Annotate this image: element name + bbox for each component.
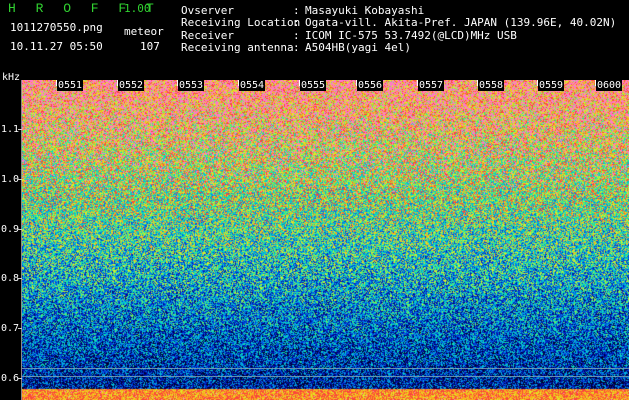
freq-label: 0.8 (1, 273, 20, 284)
antenna-label: Receiving antenna (181, 41, 294, 54)
detection-count: 107 (140, 40, 160, 53)
freq-label: 0.6 (1, 373, 20, 384)
time-tick (537, 80, 538, 86)
time-label: 0555 (300, 80, 327, 91)
freq-tick (18, 129, 22, 130)
time-tick (417, 80, 418, 86)
time-tick (238, 80, 239, 86)
spectrogram-canvas (22, 80, 629, 400)
time-label: 0557 (418, 80, 445, 91)
time-label: 0554 (239, 80, 266, 91)
frequency-unit: kHz (2, 72, 21, 83)
freq-tick (18, 328, 22, 329)
time-label: 0556 (357, 80, 384, 91)
spectrogram-area (22, 80, 629, 400)
freq-tick (18, 179, 22, 180)
baseline-marker (22, 368, 629, 369)
time-label: 0559 (538, 80, 565, 91)
time-label: 0558 (478, 80, 505, 91)
time-tick (117, 80, 118, 86)
antenna-value: A504HB(yagi 4el) (305, 41, 411, 54)
freq-label: 0.7 (1, 323, 20, 334)
location-value: Ogata-vill. Akita-Pref. JAPAN (139.96E, … (305, 16, 617, 29)
freq-tick (18, 229, 22, 230)
time-tick (356, 80, 357, 86)
time-tick (477, 80, 478, 86)
time-tick (595, 80, 596, 86)
time-label: 0600 (596, 80, 623, 91)
app-version: 1.00 (124, 2, 151, 15)
colon: : (293, 16, 300, 29)
time-label: 0552 (118, 80, 145, 91)
freq-tick (18, 278, 22, 279)
time-tick (299, 80, 300, 86)
frequency-axis-line (21, 80, 22, 400)
mode-label: meteor (124, 25, 164, 38)
time-tick (177, 80, 178, 86)
time-tick (56, 80, 57, 86)
colon: : (293, 41, 300, 54)
filename: 1011270550.png (10, 21, 103, 34)
freq-tick (18, 378, 22, 379)
time-label: 0551 (57, 80, 84, 91)
time-label: 0553 (178, 80, 205, 91)
freq-label: 1.0 (1, 174, 20, 185)
freq-label: 0.9 (1, 224, 20, 235)
baseline-marker (22, 376, 629, 377)
header-panel: H R O F F T 1.00 1011270550.png 10.11.27… (0, 0, 629, 80)
freq-label: 1.1 (1, 124, 20, 135)
timestamp: 10.11.27 05:50 (10, 40, 103, 53)
location-label: Receiving Location (181, 16, 301, 29)
